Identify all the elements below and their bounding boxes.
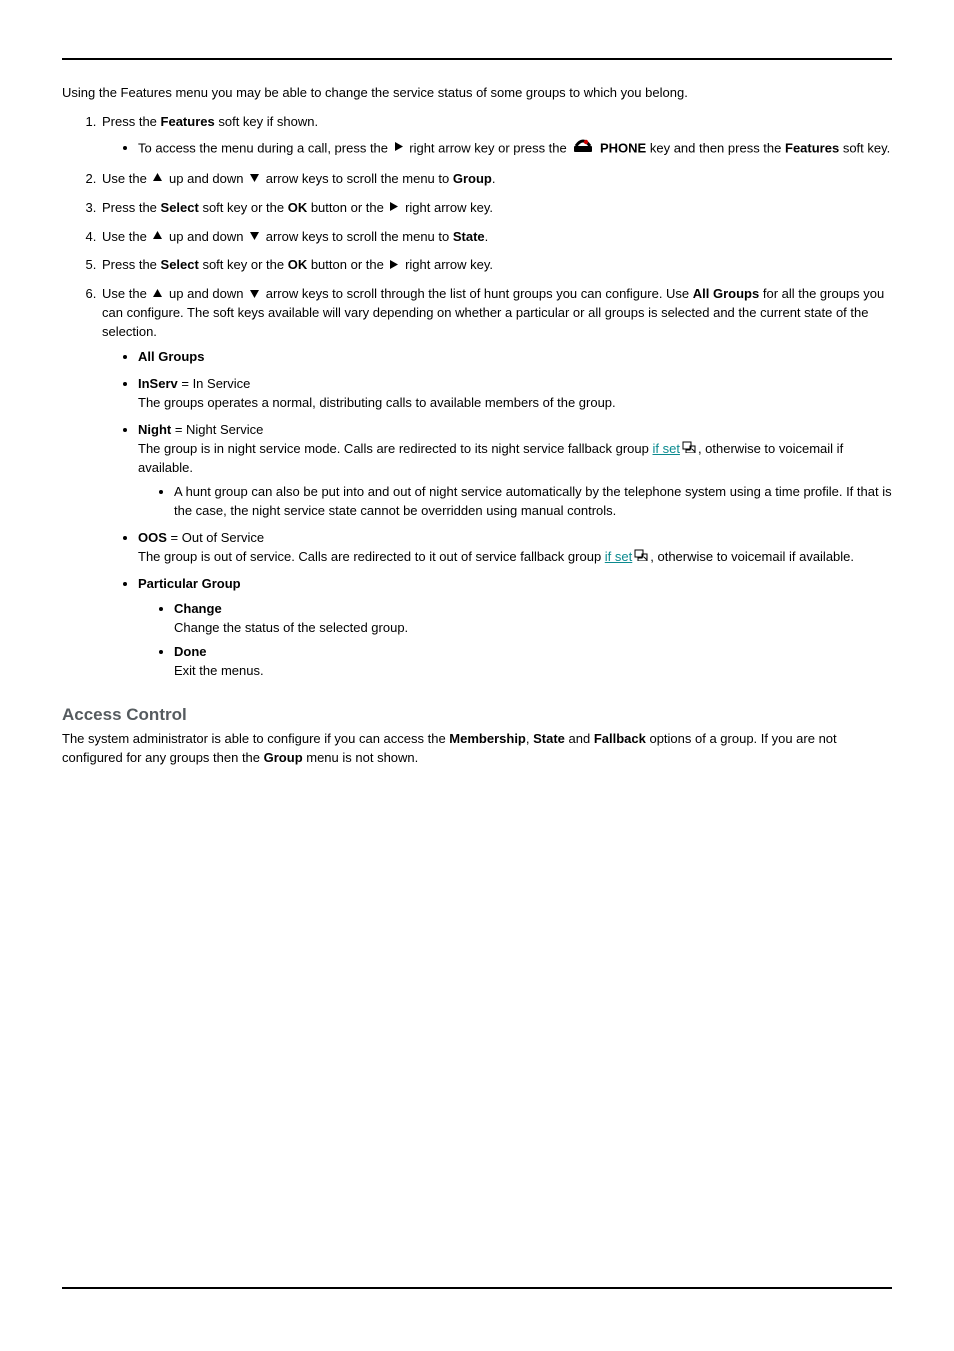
- text: menu is not shown.: [303, 750, 419, 765]
- night-desc1: The group is in night service mode. Call…: [138, 441, 652, 456]
- features-label: Features: [785, 140, 839, 155]
- external-link-icon: [682, 440, 696, 459]
- text: key and then press the: [646, 140, 785, 155]
- text: soft key.: [839, 140, 890, 155]
- night-sub: A hunt group can also be put into and ou…: [174, 483, 892, 521]
- top-divider: [62, 58, 892, 60]
- step-1: Press the Features soft key if shown. To…: [100, 113, 892, 160]
- text: = In Service: [178, 376, 251, 391]
- text: right arrow key or press the: [406, 140, 571, 155]
- arrow-down-icon: [249, 170, 260, 189]
- inserv-desc: The groups operates a normal, distributi…: [138, 395, 616, 410]
- text: right arrow key.: [401, 257, 493, 272]
- particular-heading: Particular Group: [138, 576, 241, 591]
- if-set-link[interactable]: if set: [605, 549, 632, 564]
- arrow-down-icon: [249, 286, 260, 305]
- if-set-link[interactable]: if set: [652, 441, 679, 456]
- text: and: [565, 731, 594, 746]
- oos-label: OOS: [138, 530, 167, 545]
- text: Use the: [102, 171, 150, 186]
- fallback-label: Fallback: [594, 731, 646, 746]
- bullet-particular: Particular Group Change Change the statu…: [138, 575, 892, 681]
- night-sublist: A hunt group can also be put into and ou…: [138, 483, 892, 521]
- text: arrow keys to scroll the menu to: [262, 229, 453, 244]
- ok-label: OK: [288, 257, 308, 272]
- bottom-divider: [62, 1287, 892, 1289]
- text: = Night Service: [171, 422, 263, 437]
- arrow-right-icon: [389, 199, 399, 218]
- change-desc: Change the status of the selected group.: [174, 620, 408, 635]
- arrow-up-icon: [152, 228, 163, 247]
- text: right arrow key.: [401, 200, 493, 215]
- done-desc: Exit the menus.: [174, 663, 264, 678]
- arrow-up-icon: [152, 286, 163, 305]
- document-page: Using the Features menu you may be able …: [0, 0, 954, 1336]
- phone-label: PHONE: [600, 140, 646, 155]
- text: = Out of Service: [167, 530, 264, 545]
- particular-sublist: Change Change the status of the selected…: [138, 600, 892, 681]
- arrow-up-icon: [152, 170, 163, 189]
- phone-icon: [572, 138, 594, 160]
- ok-label: OK: [288, 200, 308, 215]
- bullet-done: Done Exit the menus.: [174, 643, 892, 681]
- membership-label: Membership: [449, 731, 526, 746]
- group-label: Group: [453, 171, 492, 186]
- text: arrow keys to scroll the menu to: [262, 171, 453, 186]
- features-label: Features: [161, 114, 215, 129]
- state-label: State: [453, 229, 485, 244]
- group-label: Group: [264, 750, 303, 765]
- oos-desc1: The group is out of service. Calls are r…: [138, 549, 605, 564]
- text: Press the: [102, 257, 161, 272]
- text: up and down: [165, 229, 247, 244]
- bullet-oos: OOS = Out of Service The group is out of…: [138, 529, 892, 567]
- step-6-list: All Groups InServ = In Service The group…: [102, 348, 892, 681]
- text: .: [492, 171, 496, 186]
- arrow-right-icon: [394, 139, 404, 158]
- state-label: State: [533, 731, 565, 746]
- bullet-change: Change Change the status of the selected…: [174, 600, 892, 638]
- step-6: Use the up and down arrow keys to scroll…: [100, 285, 892, 681]
- text: up and down: [165, 171, 247, 186]
- text: Use the: [102, 229, 150, 244]
- text: Press the: [102, 200, 161, 215]
- text: Press the: [102, 114, 161, 129]
- step-1-sublist: To access the menu during a call, press …: [102, 138, 892, 160]
- text: up and down: [165, 286, 247, 301]
- night-label: Night: [138, 422, 171, 437]
- steps-list: Press the Features soft key if shown. To…: [62, 113, 892, 681]
- change-label: Change: [174, 601, 222, 616]
- allgroups-label: All Groups: [693, 286, 759, 301]
- allgroups-heading: All Groups: [138, 349, 204, 364]
- select-label: Select: [161, 200, 199, 215]
- text: .: [485, 229, 489, 244]
- arrow-down-icon: [249, 228, 260, 247]
- external-link-icon: [634, 548, 648, 567]
- access-control-text: The system administrator is able to conf…: [62, 730, 892, 768]
- step-3: Press the Select soft key or the OK butt…: [100, 199, 892, 218]
- done-label: Done: [174, 644, 207, 659]
- bullet-inserv: InServ = In Service The groups operates …: [138, 375, 892, 413]
- step-2: Use the up and down arrow keys to scroll…: [100, 170, 892, 189]
- text: soft key or the: [199, 257, 288, 272]
- text: soft key or the: [199, 200, 288, 215]
- text: Use the: [102, 286, 150, 301]
- step-4: Use the up and down arrow keys to scroll…: [100, 228, 892, 247]
- text: To access the menu during a call, press …: [138, 140, 392, 155]
- oos-desc2: , otherwise to voicemail if available.: [650, 549, 854, 564]
- text: soft key if shown.: [215, 114, 318, 129]
- text: button or the: [307, 200, 387, 215]
- intro-text: Using the Features menu you may be able …: [62, 84, 892, 103]
- select-label: Select: [161, 257, 199, 272]
- arrow-right-icon: [389, 257, 399, 276]
- bullet-night: Night = Night Service The group is in ni…: [138, 421, 892, 521]
- bullet-allgroups: All Groups: [138, 348, 892, 367]
- step-5: Press the Select soft key or the OK butt…: [100, 256, 892, 275]
- text: A hunt group can also be put into and ou…: [174, 484, 892, 518]
- text: arrow keys to scroll through the list of…: [262, 286, 693, 301]
- text: button or the: [307, 257, 387, 272]
- step-1-sub: To access the menu during a call, press …: [138, 138, 892, 160]
- text: The system administrator is able to conf…: [62, 731, 449, 746]
- inserv-label: InServ: [138, 376, 178, 391]
- access-control-heading: Access Control: [62, 703, 892, 728]
